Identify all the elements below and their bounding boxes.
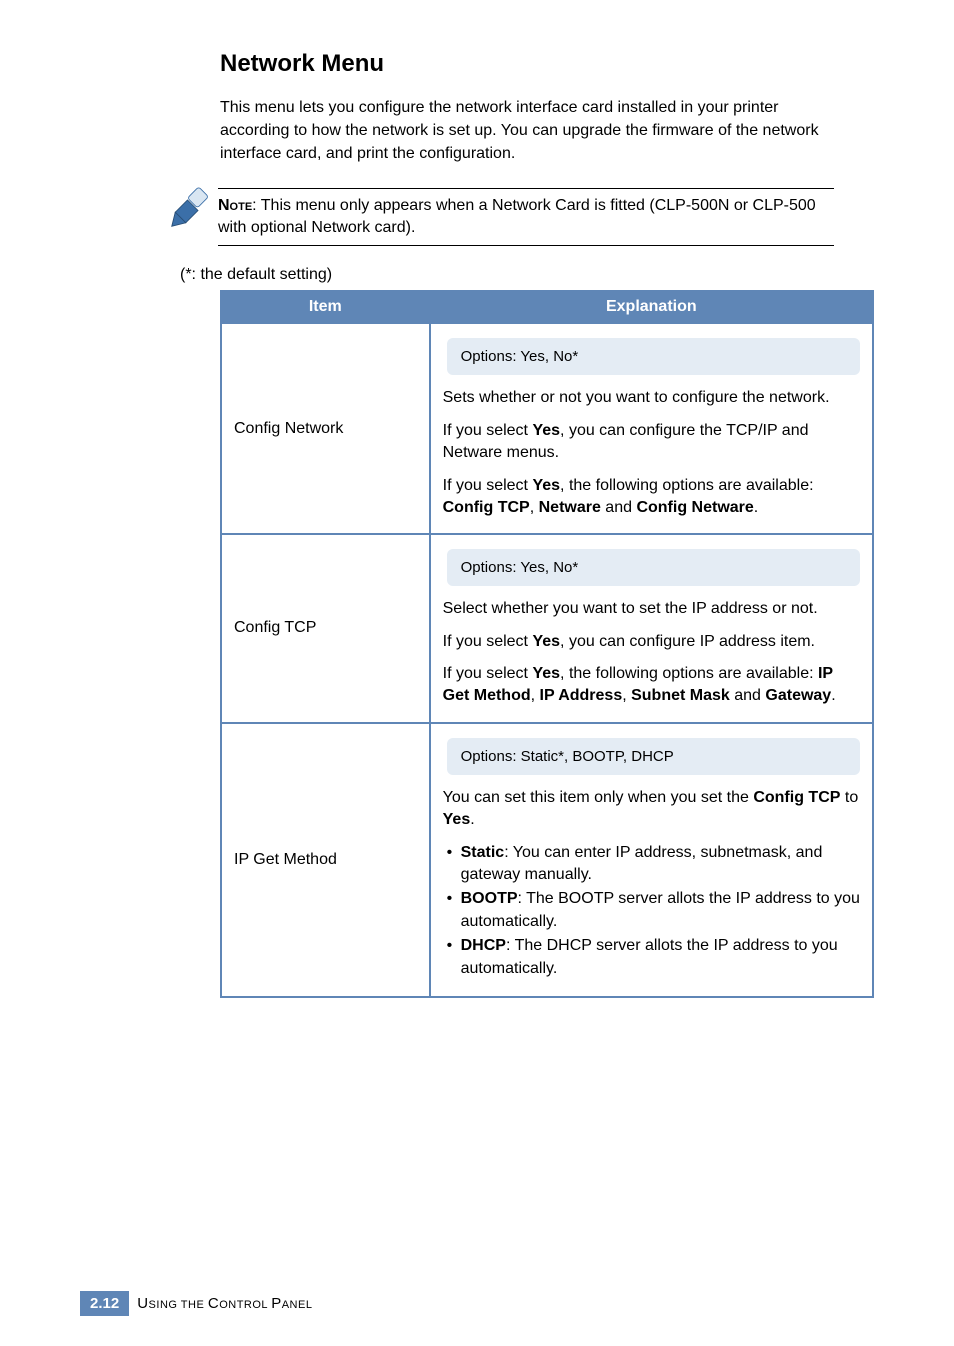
cell-paragraph: You can set this item only when you set … (443, 787, 860, 832)
explanation-cell: Options: Yes, No* Sets whether or not yo… (430, 323, 873, 534)
options-box: Options: Yes, No* (447, 549, 860, 586)
cell-paragraph: Select whether you want to set the IP ad… (443, 598, 860, 620)
table-header-item: Item (221, 291, 430, 323)
page-footer: 2.12 Using the Control Panel (80, 1291, 312, 1316)
list-item: BOOTP: The BOOTP server allots the IP ad… (447, 888, 860, 933)
item-cell: IP Get Method (221, 723, 430, 997)
note-label: Note (218, 197, 252, 214)
table-row: IP Get Method Options: Static*, BOOTP, D… (221, 723, 873, 997)
page-title: Network Menu (220, 50, 874, 78)
table-row: Config TCP Options: Yes, No* Select whet… (221, 534, 873, 723)
note-block: Note: This menu only appears when a Netw… (170, 182, 834, 247)
explanation-cell: Options: Static*, BOOTP, DHCP You can se… (430, 723, 873, 997)
intro-paragraph: This menu lets you configure the network… (220, 96, 834, 166)
note-body: : This menu only appears when a Network … (218, 197, 816, 236)
default-setting-note: (*: the default setting) (180, 266, 874, 284)
item-cell: Config Network (221, 323, 430, 534)
explanation-cell: Options: Yes, No* Select whether you wan… (430, 534, 873, 723)
footer-title: Using the Control Panel (137, 1295, 312, 1312)
cell-paragraph: If you select Yes, the following options… (443, 663, 860, 708)
table-row: Config Network Options: Yes, No* Sets wh… (221, 323, 873, 534)
note-text: Note: This menu only appears when a Netw… (218, 188, 834, 247)
table-header-explanation: Explanation (430, 291, 873, 323)
cell-paragraph: If you select Yes, you can configure IP … (443, 631, 860, 653)
page-number-badge: 2.12 (80, 1291, 129, 1316)
bullet-list: Static: You can enter IP address, subnet… (443, 842, 860, 980)
list-item: Static: You can enter IP address, subnet… (447, 842, 860, 887)
options-box: Options: Yes, No* (447, 338, 860, 375)
cell-paragraph: Sets whether or not you want to configur… (443, 387, 860, 409)
cell-paragraph: If you select Yes, you can configure the… (443, 420, 860, 465)
cell-paragraph: If you select Yes, the following options… (443, 475, 860, 520)
options-box: Options: Static*, BOOTP, DHCP (447, 738, 860, 775)
item-cell: Config TCP (221, 534, 430, 723)
network-menu-table: Item Explanation Config Network Options:… (220, 290, 874, 998)
list-item: DHCP: The DHCP server allots the IP addr… (447, 935, 860, 980)
pin-note-icon (170, 186, 218, 233)
